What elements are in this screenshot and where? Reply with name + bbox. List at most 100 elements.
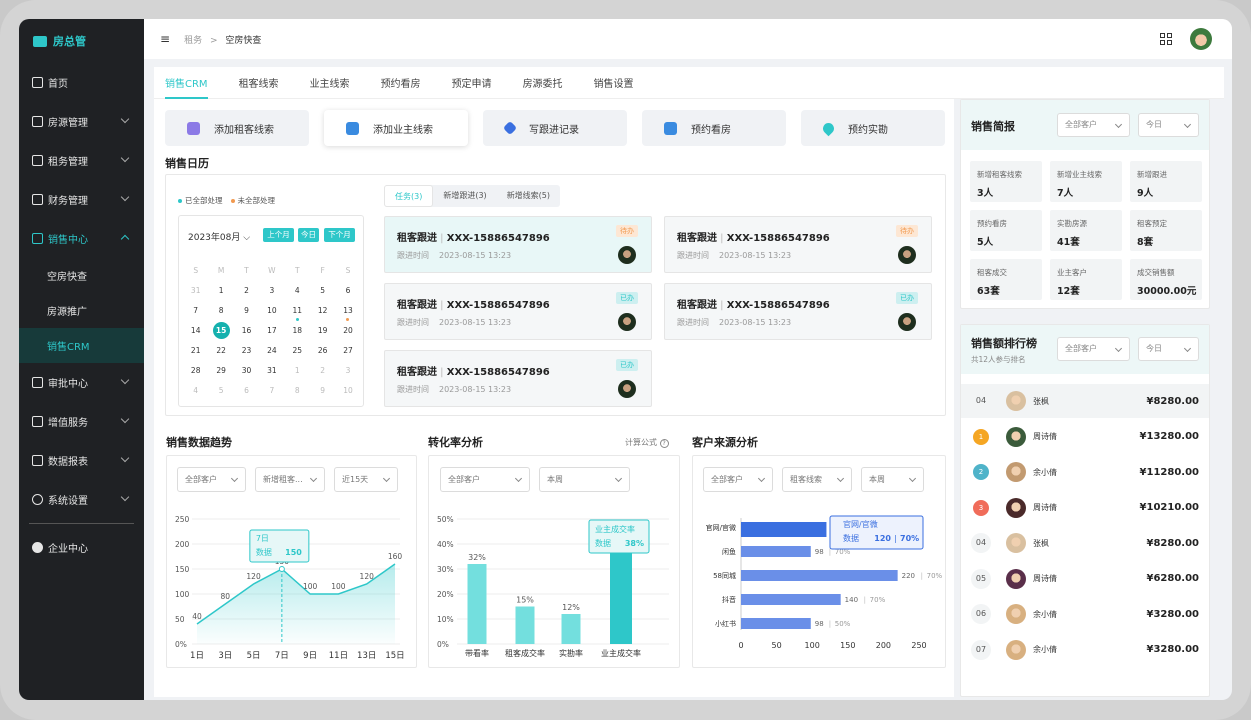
calendar-day[interactable]: 17 bbox=[259, 326, 284, 335]
calendar-day[interactable]: 16 bbox=[234, 326, 259, 335]
tab-entrust[interactable]: 房源委托 bbox=[523, 67, 563, 99]
tab-new-leads[interactable]: 新增线索(5) bbox=[497, 185, 560, 207]
calendar-day[interactable]: 9 bbox=[310, 386, 335, 395]
add-tenant-lead-button[interactable]: 添加租客线索 bbox=[165, 110, 309, 146]
task-card[interactable]: 租客跟进 | XXX-15886547896 跟进时间 2023-08-15 13:… bbox=[384, 350, 652, 407]
calendar-day[interactable]: 1 bbox=[208, 286, 233, 295]
task-card[interactable]: 租客跟进 | XXX-15886547896 跟进时间 2023-08-15 13:… bbox=[664, 216, 932, 273]
ranking-row[interactable]: 1 周诗倩 ¥13280.00 bbox=[961, 420, 1209, 454]
ranking-row[interactable]: 2 余小倩 ¥11280.00 bbox=[961, 455, 1209, 489]
calendar-day[interactable]: 6 bbox=[234, 386, 259, 395]
calendar-day[interactable]: 29 bbox=[208, 366, 233, 375]
ranking-customer-select[interactable]: 全部客户 bbox=[1057, 337, 1130, 361]
add-owner-lead-button[interactable]: 添加业主线索 bbox=[324, 110, 468, 146]
sidebar-item-finance[interactable]: 财务管理 bbox=[19, 180, 144, 219]
calendar-day[interactable]: 30 bbox=[234, 366, 259, 375]
calendar-day[interactable]: 18 bbox=[285, 326, 310, 335]
calendar-day[interactable]: 22 bbox=[208, 346, 233, 355]
sidebar-subitem-vacancy[interactable]: 空房快查 bbox=[19, 258, 144, 293]
book-viewing-button[interactable]: 预约看房 bbox=[642, 110, 786, 146]
calendar-day[interactable]: 9 bbox=[234, 306, 259, 315]
sidebar-item-valueadd[interactable]: 增值服务 bbox=[19, 402, 144, 441]
calendar-day[interactable]: 7 bbox=[259, 386, 284, 395]
calendar-day[interactable]: 13 bbox=[335, 306, 360, 321]
calendar-day[interactable]: 23 bbox=[234, 346, 259, 355]
conversion-period-select[interactable]: 本周 bbox=[539, 467, 630, 492]
sidebar-item-enterprise[interactable]: 企业中心 bbox=[19, 532, 144, 562]
breadcrumb-parent[interactable]: 租务 bbox=[184, 36, 202, 46]
tab-new-followups[interactable]: 新增跟进(3) bbox=[433, 185, 496, 207]
calendar-day[interactable]: 7 bbox=[183, 306, 208, 315]
tab-booking[interactable]: 预定申请 bbox=[452, 67, 492, 99]
calendar-day[interactable]: 19 bbox=[310, 326, 335, 335]
calendar-day-today[interactable]: 15 bbox=[208, 321, 233, 339]
calendar-day[interactable]: 10 bbox=[335, 386, 360, 395]
book-survey-button[interactable]: 预约实勘 bbox=[801, 110, 945, 146]
source-period-select[interactable]: 本周 bbox=[861, 467, 924, 492]
sidebar-item-settings[interactable]: 系统设置 bbox=[19, 480, 144, 519]
calendar-day[interactable]: 4 bbox=[183, 386, 208, 395]
sidebar-subitem-crm[interactable]: 销售CRM bbox=[19, 328, 144, 363]
prev-month-button[interactable]: 上个月 bbox=[263, 228, 294, 242]
tab-tasks[interactable]: 任务(3) bbox=[384, 185, 434, 207]
calendar-day[interactable]: 8 bbox=[285, 386, 310, 395]
tab-tenant-leads[interactable]: 租客线索 bbox=[239, 67, 279, 99]
calendar-day[interactable]: 5 bbox=[310, 286, 335, 295]
source-customer-select[interactable]: 全部客户 bbox=[703, 467, 773, 492]
calendar-day[interactable]: 1 bbox=[285, 366, 310, 375]
summary-customer-select[interactable]: 全部客户 bbox=[1057, 113, 1130, 137]
sidebar-subitem-promotion[interactable]: 房源推广 bbox=[19, 293, 144, 328]
calendar-day[interactable]: 3 bbox=[259, 286, 284, 295]
calendar-day[interactable]: 11 bbox=[285, 306, 310, 321]
trend-range-select[interactable]: 近15天 bbox=[334, 467, 398, 492]
user-avatar[interactable] bbox=[1190, 28, 1212, 50]
sidebar-item-reports[interactable]: 数据报表 bbox=[19, 441, 144, 480]
sidebar-item-approval[interactable]: 审批中心 bbox=[19, 363, 144, 402]
calendar-day[interactable]: 3 bbox=[335, 366, 360, 375]
ranking-row[interactable]: 3 周诗倩 ¥10210.00 bbox=[961, 491, 1209, 525]
ranking-row[interactable]: 06 余小倩 ¥3280.00 bbox=[961, 597, 1209, 631]
task-card[interactable]: 租客跟进 | XXX-15886547896 跟进时间 2023-08-15 13:… bbox=[384, 283, 652, 340]
trend-customer-select[interactable]: 全部客户 bbox=[177, 467, 246, 492]
sidebar-item-sales[interactable]: 销售中心 bbox=[19, 219, 144, 258]
calendar-day[interactable]: 27 bbox=[335, 346, 360, 355]
ranking-date-select[interactable]: 今日 bbox=[1138, 337, 1199, 361]
formula-link[interactable]: 计算公式 ? bbox=[625, 437, 669, 448]
sidebar-item-home[interactable]: 首页 bbox=[19, 63, 144, 102]
calendar-day[interactable]: 25 bbox=[285, 346, 310, 355]
calendar-day[interactable]: 31 bbox=[183, 286, 208, 295]
write-followup-button[interactable]: 写跟进记录 bbox=[483, 110, 627, 146]
ranking-row[interactable]: 04 张枫 ¥8280.00 bbox=[961, 526, 1209, 560]
sidebar-item-property[interactable]: 房源管理 bbox=[19, 102, 144, 141]
calendar-day[interactable]: 8 bbox=[208, 306, 233, 315]
tab-sales-crm[interactable]: 销售CRM bbox=[165, 67, 208, 99]
summary-date-select[interactable]: 今日 bbox=[1138, 113, 1199, 137]
calendar-day[interactable]: 28 bbox=[183, 366, 208, 375]
calendar-day[interactable]: 21 bbox=[183, 346, 208, 355]
source-type-select[interactable]: 租客线索 bbox=[782, 467, 852, 492]
next-month-button[interactable]: 下个月 bbox=[324, 228, 355, 242]
task-card[interactable]: 租客跟进 | XXX-15886547896 跟进时间 2023-08-15 13:… bbox=[664, 283, 932, 340]
today-button[interactable]: 今日 bbox=[298, 228, 319, 242]
calendar-day[interactable]: 4 bbox=[285, 286, 310, 295]
ranking-row[interactable]: 05 周诗倩 ¥6280.00 bbox=[961, 562, 1209, 596]
calendar-day[interactable]: 10 bbox=[259, 306, 284, 315]
calendar-day[interactable]: 14 bbox=[183, 326, 208, 335]
menu-toggle-icon[interactable]: ≡ bbox=[160, 32, 170, 46]
calendar-day[interactable]: 6 bbox=[335, 286, 360, 295]
calendar-day[interactable]: 31 bbox=[259, 366, 284, 375]
task-card[interactable]: 租客跟进 | XXX-15886547896 跟进时间 2023-08-15 13:… bbox=[384, 216, 652, 273]
calendar-day[interactable]: 12 bbox=[310, 306, 335, 315]
ranking-row[interactable]: 07 余小倩 ¥3280.00 bbox=[961, 633, 1209, 667]
calendar-day[interactable]: 26 bbox=[310, 346, 335, 355]
brand-logo[interactable]: 房总管 bbox=[19, 19, 144, 63]
tab-sales-settings[interactable]: 销售设置 bbox=[594, 67, 634, 99]
apps-grid-icon[interactable] bbox=[1160, 33, 1172, 45]
tab-owner-leads[interactable]: 业主线索 bbox=[310, 67, 350, 99]
calendar-day[interactable]: 2 bbox=[310, 366, 335, 375]
calendar-month[interactable]: 2023年08月 ⌵ bbox=[188, 230, 250, 243]
calendar-day[interactable]: 2 bbox=[234, 286, 259, 295]
calendar-day[interactable]: 20 bbox=[335, 326, 360, 335]
calendar-day[interactable]: 5 bbox=[208, 386, 233, 395]
calendar-day[interactable]: 24 bbox=[259, 346, 284, 355]
